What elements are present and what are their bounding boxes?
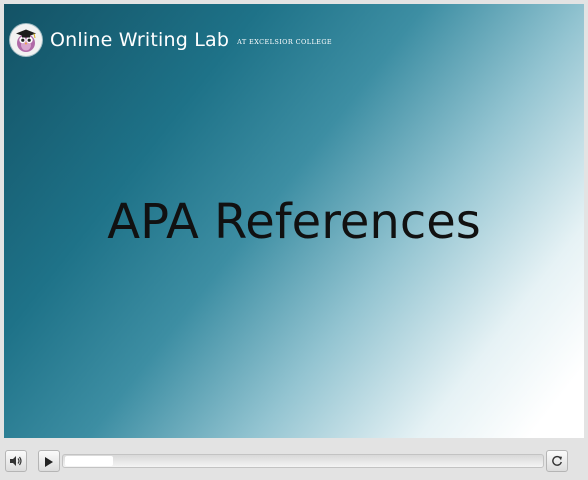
progress-bar[interactable] (62, 454, 544, 468)
speaker-icon (9, 452, 23, 471)
play-button[interactable] (38, 450, 60, 472)
brand-title: Online Writing Lab (50, 29, 230, 51)
play-icon (44, 452, 54, 471)
brand-subtitle: AT EXCELSIOR COLLEGE (237, 38, 333, 46)
slide-player: Online Writing Lab AT EXCELSIOR COLLEGE … (0, 0, 588, 480)
replay-icon (551, 452, 563, 471)
slide-title: APA References (107, 194, 481, 250)
volume-button[interactable] (5, 450, 27, 472)
slide-canvas: Online Writing Lab AT EXCELSIOR COLLEGE … (4, 4, 584, 438)
playback-controls (0, 446, 588, 480)
progress-fill (65, 456, 113, 466)
brand-header: Online Writing Lab AT EXCELSIOR COLLEGE (10, 22, 332, 58)
owl-mascot-icon (10, 24, 42, 56)
replay-button[interactable] (546, 450, 568, 472)
